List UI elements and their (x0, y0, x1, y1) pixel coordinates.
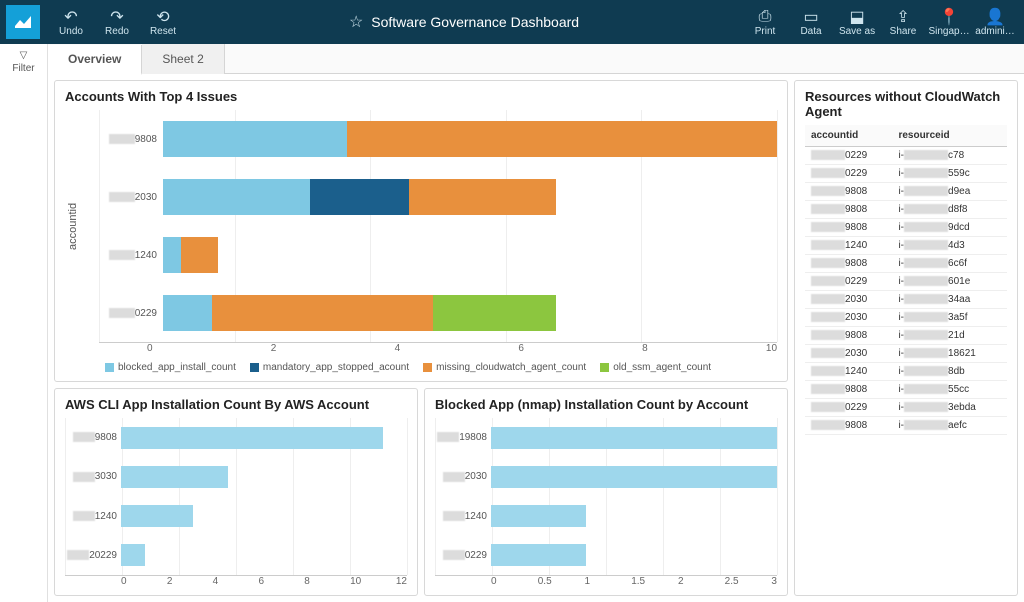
print-button[interactable]: ⎙Print (742, 2, 788, 42)
panel-top4-issues: Accounts With Top 4 Issues accountid 980… (54, 80, 788, 382)
table-row[interactable]: 9808i-21d (805, 327, 1007, 345)
table-row[interactable]: 0229i-3ebda (805, 399, 1007, 417)
table-row[interactable]: 0229i-c78 (805, 147, 1007, 165)
tab-overview[interactable]: Overview (48, 45, 142, 75)
table-row[interactable]: 2030i-34aa (805, 291, 1007, 309)
region-button[interactable]: 📍Singap… (926, 2, 972, 42)
undo-icon: ↶ (64, 8, 77, 26)
filter-icon: ▽ (20, 50, 28, 61)
chart-bar-row: 1240 (99, 226, 777, 284)
print-icon: ⎙ (759, 8, 772, 26)
legend-item[interactable]: mandatory_app_stopped_acount (250, 362, 409, 373)
filter-sidebar[interactable]: ▽ Filter (0, 44, 48, 602)
dashboard-title-wrap: ☆ Software Governance Dashboard (349, 12, 579, 32)
undo-button[interactable]: ↶Undo (48, 2, 94, 42)
table-row[interactable]: 1240i-8db (805, 363, 1007, 381)
chart-bar-row: 1240 (435, 497, 777, 536)
panel-nmap: Blocked App (nmap) Installation Count by… (424, 388, 788, 596)
table-row[interactable]: 0229i-601e (805, 273, 1007, 291)
user-button[interactable]: 👤admini… (972, 2, 1018, 42)
chart-legend: blocked_app_install_count mandatory_app_s… (65, 354, 777, 373)
chart-plot-area: 9808203012400229 (99, 110, 777, 343)
saveas-icon: ⬓ (849, 8, 864, 26)
y-axis-label: accountid (65, 110, 81, 343)
chart-bar-row: 0229 (435, 536, 777, 575)
redo-icon: ↷ (110, 8, 123, 26)
table-row[interactable]: 9808i-d8f8 (805, 201, 1007, 219)
chart-awscli[interactable]: 98083030124020229 024681012 (65, 418, 407, 587)
panel-title: AWS CLI App Installation Count By AWS Ac… (65, 397, 407, 412)
data-button[interactable]: ▭Data (788, 2, 834, 42)
saveas-button[interactable]: ⬓Save as (834, 2, 880, 42)
legend-item[interactable]: blocked_app_install_count (105, 362, 236, 373)
chart-bar-row: 2030 (435, 457, 777, 496)
sheet-tabs: Overview Sheet 2 (48, 44, 1024, 74)
chart-bar-row: 3030 (65, 457, 407, 496)
col-resourceid[interactable]: resourceid (892, 125, 1007, 147)
panel-awscli: AWS CLI App Installation Count By AWS Ac… (54, 388, 418, 596)
reset-icon: ⟲ (156, 8, 169, 26)
chart-plot-area: 19808203012400229 (435, 418, 777, 576)
chart-bar-row: 1240 (65, 497, 407, 536)
table-row[interactable]: 0229i-559c (805, 165, 1007, 183)
table-row[interactable]: 1240i-4d3 (805, 237, 1007, 255)
x-axis: 0246810 (83, 343, 777, 354)
chart-bar-row: 19808 (435, 418, 777, 457)
resources-table[interactable]: accountid resourceid 0229i-c780229i-559c… (805, 125, 1007, 435)
table-row[interactable]: 9808i-d9ea (805, 183, 1007, 201)
chart-bar-row: 2030 (99, 168, 777, 226)
reset-button[interactable]: ⟲Reset (140, 2, 186, 42)
panel-title: Blocked App (nmap) Installation Count by… (435, 397, 777, 412)
legend-item[interactable]: missing_cloudwatch_agent_count (423, 362, 586, 373)
table-row[interactable]: 9808i-aefc (805, 417, 1007, 435)
pin-icon: 📍 (939, 8, 959, 26)
chart-bar-row: 9808 (99, 110, 777, 168)
user-icon: 👤 (985, 8, 1005, 26)
table-row[interactable]: 9808i-55cc (805, 381, 1007, 399)
table-row[interactable]: 9808i-9dcd (805, 219, 1007, 237)
share-button[interactable]: ⇪Share (880, 2, 926, 42)
chart-bar-row: 9808 (65, 418, 407, 457)
chart-nmap[interactable]: 19808203012400229 00.511.522.53 (435, 418, 777, 587)
top-bar: ↶Undo ↷Redo ⟲Reset ☆ Software Governance… (0, 0, 1024, 44)
x-axis: 00.511.522.53 (435, 576, 777, 587)
redo-button[interactable]: ↷Redo (94, 2, 140, 42)
data-icon: ▭ (803, 8, 818, 26)
star-icon[interactable]: ☆ (349, 12, 363, 32)
table-row[interactable]: 9808i-6c6f (805, 255, 1007, 273)
share-icon: ⇪ (896, 8, 909, 26)
table-row[interactable]: 2030i-3a5f (805, 309, 1007, 327)
dashboard-title: Software Governance Dashboard (371, 14, 579, 30)
col-accountid[interactable]: accountid (805, 125, 892, 147)
panel-resources-no-cwagent: Resources without CloudWatch Agent accou… (794, 80, 1018, 596)
panel-title: Resources without CloudWatch Agent (805, 89, 1007, 119)
chart-top4[interactable]: accountid 9808203012400229 0246810 block… (65, 110, 777, 373)
tab-sheet2[interactable]: Sheet 2 (142, 44, 224, 74)
filter-label: Filter (12, 63, 34, 74)
panel-title: Accounts With Top 4 Issues (65, 89, 777, 104)
legend-item[interactable]: old_ssm_agent_count (600, 362, 711, 373)
chart-bar-row: 0229 (99, 284, 777, 342)
app-logo[interactable] (6, 5, 40, 39)
x-axis: 024681012 (65, 576, 407, 587)
table-row[interactable]: 2030i-18621 (805, 345, 1007, 363)
chart-bar-row: 20229 (65, 536, 407, 575)
chart-plot-area: 98083030124020229 (65, 418, 407, 576)
